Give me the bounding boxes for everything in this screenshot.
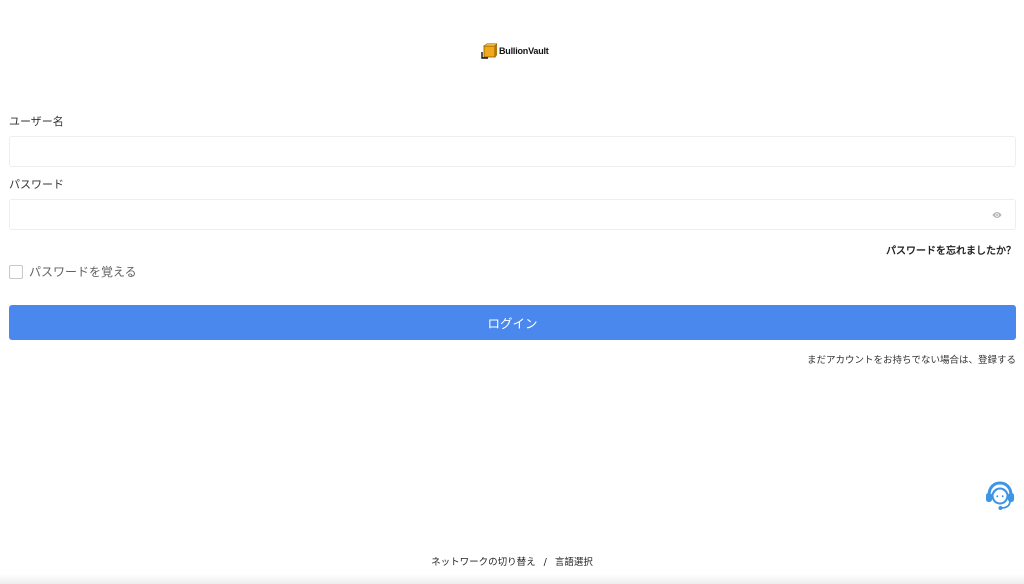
bullionvault-logo-icon — [481, 43, 497, 59]
register-link[interactable]: 登録する — [978, 355, 1016, 366]
brand-name: BullionVault — [499, 46, 549, 56]
remember-password-checkbox[interactable] — [9, 264, 23, 279]
password-label: パスワード — [9, 178, 64, 191]
remember-password-option[interactable]: パスワードを覚える — [9, 263, 137, 280]
headset-support-icon[interactable] — [983, 478, 1017, 512]
login-page: BullionVault ユーザー名 パスワード パスワードを忘れましたか？ パ… — [0, 0, 1024, 584]
footer-separator: / — [543, 557, 547, 568]
footer-links: ネットワークの切り替え / 言語選択 — [0, 554, 1024, 568]
password-field-box — [9, 199, 1016, 230]
forgot-password-link[interactable]: パスワードを忘れましたか？ — [886, 242, 1016, 257]
username-label: ユーザー名 — [9, 115, 64, 128]
eye-icon[interactable] — [991, 209, 1003, 221]
username-input[interactable] — [10, 137, 1015, 166]
brand-logo: BullionVault — [481, 43, 549, 59]
bottom-shade — [0, 574, 1024, 584]
register-prompt-line: まだアカウントをお持ちでない場合は、登録する — [807, 352, 1016, 366]
username-field-box — [9, 136, 1016, 167]
register-prompt-text: まだアカウントをお持ちでない場合は、 — [806, 355, 978, 366]
remember-password-label: パスワードを覚える — [29, 265, 137, 279]
login-button[interactable]: ログイン — [9, 305, 1016, 340]
password-input[interactable] — [10, 200, 1015, 229]
language-select-link[interactable]: 言語選択 — [555, 557, 593, 568]
switch-network-link[interactable]: ネットワークの切り替え — [431, 557, 536, 568]
